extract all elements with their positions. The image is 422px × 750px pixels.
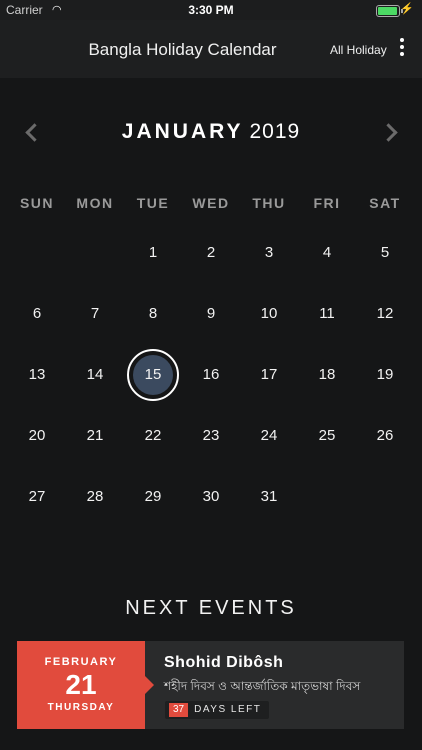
weekday-label: THU — [252, 195, 286, 211]
month-title: JANUARY 2019 — [0, 120, 422, 144]
day-cell[interactable]: 18 — [298, 344, 356, 405]
month-name: JANUARY — [121, 120, 244, 143]
month-header: JANUARY 2019 — [0, 116, 422, 150]
empty-day-cell — [8, 222, 66, 283]
day-cell[interactable]: 20 — [8, 405, 66, 466]
day-cell[interactable]: 3 — [240, 222, 298, 283]
day-cell[interactable]: 27 — [8, 466, 66, 527]
day-cell[interactable]: 30 — [182, 466, 240, 527]
day-cell[interactable]: 16 — [182, 344, 240, 405]
day-cell[interactable]: 2 — [182, 222, 240, 283]
days-left-badge: 37 DAYS LEFT — [165, 701, 270, 719]
event-date-block: FEBRUARY 21 THURSDAY — [17, 641, 154, 729]
weekday-label: SAT — [369, 195, 401, 211]
status-time: 3:30 PM — [188, 3, 234, 17]
next-month-button[interactable] — [379, 120, 398, 142]
event-description: শহীদ দিবস ও আন্তর্জাতিক মাতৃভাষা দিবস — [164, 679, 361, 693]
holiday-filter-button[interactable]: All Holiday — [330, 43, 387, 57]
day-cell[interactable]: 6 — [8, 283, 66, 344]
day-cell[interactable]: 5 — [356, 222, 414, 283]
day-cell[interactable]: 10 — [240, 283, 298, 344]
event-weekday: THURSDAY — [47, 702, 115, 713]
day-cell[interactable]: 9 — [182, 283, 240, 344]
empty-day-cell — [66, 527, 124, 588]
day-cell[interactable]: 29 — [124, 466, 182, 527]
day-cell[interactable]: 14 — [66, 344, 124, 405]
charging-icon: ⚡ — [400, 3, 414, 15]
weekday-header: SUN MON TUE WED THU FRI SAT — [8, 195, 414, 211]
day-cell[interactable]: 19 — [356, 344, 414, 405]
day-cell[interactable]: 21 — [66, 405, 124, 466]
chevron-right-icon — [379, 123, 398, 142]
day-cell[interactable]: 28 — [66, 466, 124, 527]
weekday-label: FRI — [313, 195, 341, 211]
day-cell[interactable]: 1 — [124, 222, 182, 283]
weekday-label: TUE — [136, 195, 170, 211]
status-bar: Carrier ◠ 3:30 PM ⚡ — [0, 0, 422, 20]
days-left-count: 37 — [169, 703, 189, 717]
event-day: 21 — [65, 669, 97, 700]
more-options-icon[interactable] — [396, 36, 408, 62]
year-label: 2019 — [249, 120, 301, 143]
day-cell[interactable]: 13 — [8, 344, 66, 405]
day-cell[interactable]: 22 — [124, 405, 182, 466]
day-cell[interactable]: 17 — [240, 344, 298, 405]
event-month: FEBRUARY — [44, 656, 118, 668]
day-cell[interactable]: 8 — [124, 283, 182, 344]
weekday-label: WED — [192, 195, 230, 211]
day-cell[interactable]: 4 — [298, 222, 356, 283]
day-cell[interactable]: 23 — [182, 405, 240, 466]
navigation-bar: Bangla Holiday Calendar All Holiday — [0, 20, 422, 78]
event-name: Shohid Dibôsh — [164, 654, 284, 671]
day-cell[interactable]: 7 — [66, 283, 124, 344]
empty-day-cell — [356, 466, 414, 527]
empty-day-cell — [298, 466, 356, 527]
empty-day-cell — [66, 222, 124, 283]
day-cell[interactable]: 11 — [298, 283, 356, 344]
days-left-label: DAYS LEFT — [194, 704, 262, 715]
day-number: 15 — [144, 366, 162, 383]
calendar-grid: 1 2 3 4 5 6 7 8 9 10 11 12 13 14 15 16 17 18 19 20 21 22 23 24 2… — [8, 222, 414, 588]
weekday-label: SUN — [19, 195, 55, 211]
day-cell[interactable]: 25 — [298, 405, 356, 466]
day-cell[interactable]: 26 — [356, 405, 414, 466]
day-cell-selected[interactable]: 15 — [124, 344, 182, 405]
empty-day-cell — [8, 527, 66, 588]
day-cell[interactable]: 31 — [240, 466, 298, 527]
battery-icon — [376, 5, 403, 17]
weekday-label: MON — [76, 195, 114, 211]
next-events-heading: NEXT EVENTS — [125, 597, 297, 619]
day-cell[interactable]: 12 — [356, 283, 414, 344]
event-card[interactable]: FEBRUARY 21 THURSDAY Shohid Dibôsh শহীদ … — [17, 641, 404, 729]
day-cell[interactable]: 24 — [240, 405, 298, 466]
